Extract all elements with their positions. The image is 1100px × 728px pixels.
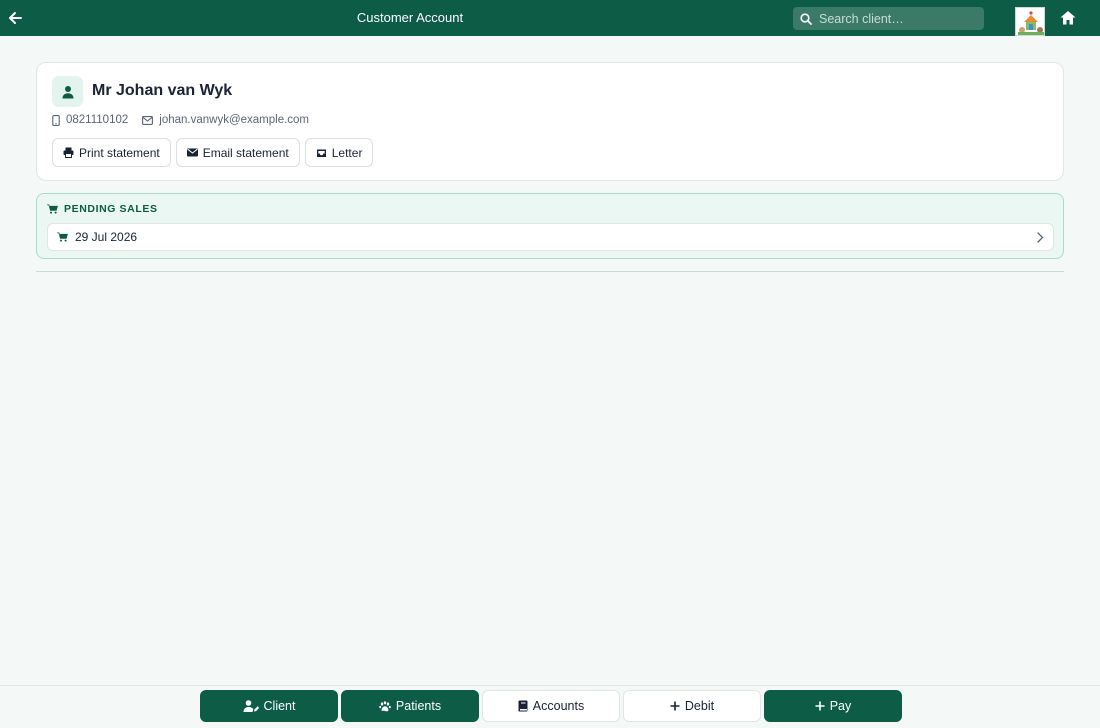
pending-sales-title: PENDING SALES — [64, 203, 158, 215]
phone-icon — [52, 114, 60, 126]
search-input[interactable] — [819, 11, 979, 26]
user-edit-icon — [243, 700, 259, 712]
inbox-icon — [316, 149, 326, 157]
clinic-logo-image — [1016, 8, 1044, 35]
pay-nav-label: Pay — [829, 699, 852, 713]
patients-nav-label: Patients — [395, 699, 442, 713]
pending-sale-date: 29 Jul 2026 — [75, 230, 138, 244]
home-button[interactable] — [1059, 9, 1077, 27]
letter-label: Letter — [331, 145, 363, 160]
page-title: Customer Account — [356, 10, 464, 25]
section-divider — [36, 271, 1064, 272]
top-app-bar: Customer Account — [0, 0, 1100, 36]
phone-number: 0821110102 — [66, 114, 129, 126]
email-statement-button[interactable]: Email statement — [175, 138, 300, 167]
clinic-logo[interactable] — [1015, 7, 1045, 36]
pending-sale-item[interactable]: 29 Jul 2026 — [47, 223, 1054, 251]
chevron-right-icon — [1037, 232, 1044, 243]
book-icon — [518, 700, 528, 712]
client-nav-label: Client — [263, 699, 296, 713]
search-icon — [800, 12, 812, 25]
phone-contact[interactable]: 0821110102 — [52, 114, 128, 126]
home-icon — [1060, 11, 1076, 25]
pending-sales-heading: PENDING SALES — [47, 203, 158, 215]
accounts-nav-label: Accounts — [532, 699, 585, 713]
paw-icon — [379, 700, 391, 711]
user-icon — [62, 85, 73, 98]
accounts-nav-button[interactable]: Accounts — [482, 690, 620, 722]
pending-sales-panel: PENDING SALES 29 Jul 2026 — [36, 193, 1064, 259]
statement-actions: Print statement Email statement Letter — [52, 138, 378, 167]
client-name: Mr Johan van Wyk — [92, 82, 233, 99]
bottom-nav-bar: Client Patients Accounts Debit Pay — [0, 685, 1100, 728]
plus-icon — [815, 701, 825, 711]
patients-nav-button[interactable]: Patients — [341, 690, 479, 722]
search-box[interactable] — [793, 7, 984, 30]
print-statement-label: Print statement — [79, 145, 160, 160]
debit-nav-label: Debit — [684, 699, 715, 713]
client-nav-button[interactable]: Client — [200, 690, 338, 722]
envelope-icon — [186, 148, 198, 157]
plus-icon — [670, 701, 680, 711]
email-address: johan.vanwyk@example.com — [159, 114, 310, 126]
letter-button[interactable]: Letter — [304, 138, 374, 167]
email-statement-label: Email statement — [202, 145, 289, 160]
print-statement-button[interactable]: Print statement — [52, 138, 171, 167]
debit-nav-button[interactable]: Debit — [623, 690, 761, 722]
client-avatar — [52, 76, 83, 107]
cart-icon — [57, 232, 68, 242]
cart-icon — [47, 204, 58, 214]
pay-nav-button[interactable]: Pay — [764, 690, 902, 722]
contact-row: 0821110102 johan.vanwyk@example.com — [52, 114, 323, 126]
email-contact[interactable]: johan.vanwyk@example.com — [142, 114, 309, 126]
client-card: Mr Johan van Wyk 0821110102 johan.vanwyk… — [36, 62, 1064, 181]
printer-icon — [63, 147, 74, 158]
mail-icon — [142, 115, 154, 125]
